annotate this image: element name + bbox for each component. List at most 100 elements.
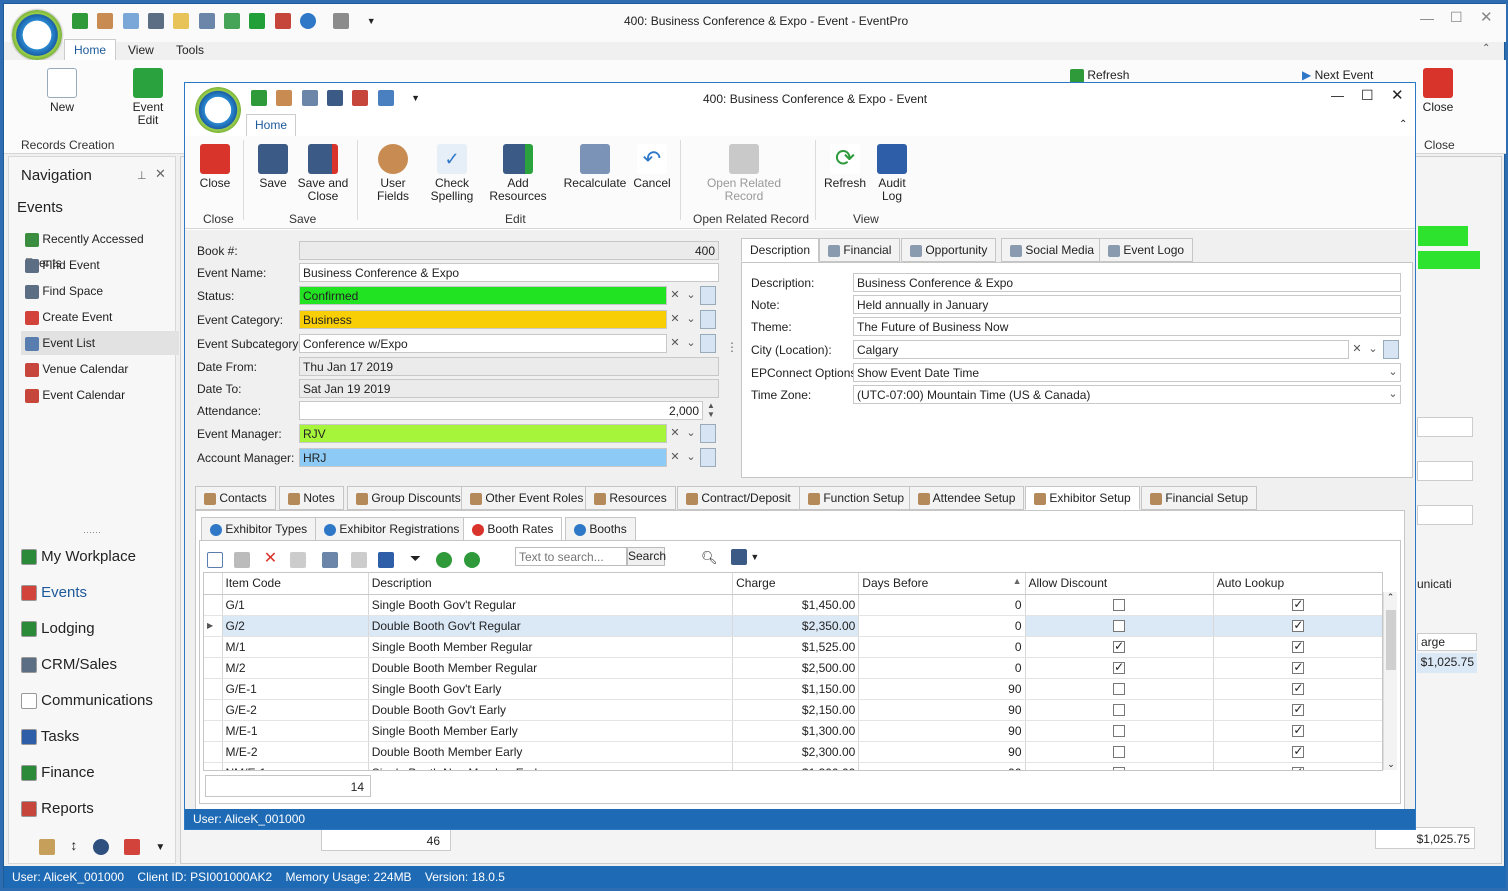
description-field[interactable]: Business Conference & Expo <box>853 273 1401 292</box>
document-icon[interactable] <box>173 13 190 29</box>
date-to-field[interactable]: Sat Jan 19 2019 <box>299 379 719 398</box>
lookup-icon[interactable] <box>700 448 716 467</box>
tab-social-media[interactable]: Social Media <box>1001 238 1104 262</box>
chart-icon[interactable] <box>124 838 141 855</box>
cell[interactable]: 0 <box>858 636 1026 658</box>
scroll-down-icon[interactable]: ⌄ <box>1384 759 1398 770</box>
globe-icon[interactable] <box>92 838 109 855</box>
event-name-field[interactable]: Business Conference & Expo <box>299 263 719 282</box>
splitter-handle[interactable]: ⋯⋯ <box>9 527 175 537</box>
table-row[interactable]: M/E-2 Double Booth Member Early $2,300.00 9… <box>204 741 1382 763</box>
app-logo[interactable] <box>12 10 62 60</box>
tab-resources[interactable]: Resources <box>585 486 676 510</box>
nav-item-recently-accessed-events[interactable]: Recently Accessed Events <box>21 227 179 270</box>
scroll-thumb[interactable] <box>1386 610 1396 670</box>
search-button[interactable]: Search <box>627 547 666 566</box>
nav-item-create-event[interactable]: Create Event <box>21 305 179 329</box>
cell[interactable]: 90 <box>858 720 1026 742</box>
lookup-icon[interactable] <box>700 334 716 353</box>
calendar-icon[interactable] <box>274 13 291 29</box>
checkbox-cell[interactable] <box>1025 762 1214 770</box>
attendance-spinner-icon[interactable]: ▲ ▼ <box>703 401 719 420</box>
nav-item-event-calendar[interactable]: Event Calendar <box>21 383 179 407</box>
module-finance[interactable]: Finance <box>21 759 179 787</box>
find-icon[interactable]: 🔍︎ <box>701 550 718 566</box>
cell[interactable]: G/1 <box>222 594 369 616</box>
dropdown-icon[interactable]: ⌄ <box>1385 363 1401 382</box>
customize-arrow-icon[interactable]: ▼ <box>411 93 420 103</box>
checkbox-cell[interactable] <box>1025 720 1214 742</box>
user-icon[interactable] <box>97 13 114 29</box>
cell[interactable]: G/E-1 <box>222 678 369 700</box>
tab-notes[interactable]: Notes <box>279 486 344 510</box>
dialog-tab-home[interactable]: Home <box>246 114 296 136</box>
recalculate-button[interactable]: Recalculate <box>563 144 627 190</box>
tab-contract-deposit[interactable]: Contract/Deposit <box>677 486 800 510</box>
tab-opportunity[interactable]: Opportunity <box>901 238 997 262</box>
undo-icon[interactable] <box>377 90 394 106</box>
cancel-button[interactable]: ↶ Cancel <box>629 144 675 190</box>
tab-exhibitor-types[interactable]: Exhibitor Types <box>201 517 317 541</box>
customize-arrow-icon[interactable]: ▼ <box>367 16 376 26</box>
lookup-icon[interactable] <box>700 424 716 443</box>
table-row[interactable]: G/E-1 Single Booth Gov't Early $1,150.00 90 <box>204 678 1382 700</box>
checkbox[interactable] <box>1113 746 1126 759</box>
save-button[interactable]: Save <box>253 144 293 190</box>
tab-financial[interactable]: Financial <box>819 238 901 262</box>
checkbox-cell[interactable] <box>1213 636 1382 658</box>
checkbox[interactable] <box>1113 660 1126 675</box>
clear-icon[interactable]: ✕ <box>667 286 683 305</box>
clear-icon[interactable]: ✕ <box>667 310 683 329</box>
checkbox-cell[interactable] <box>1213 657 1382 679</box>
audit-log-button[interactable]: Audit Log <box>873 144 911 203</box>
save-and-close-button[interactable]: Save and Close <box>297 144 349 203</box>
table-row[interactable]: M/E-1 Single Booth Member Early $1,300.00 9… <box>204 720 1382 742</box>
checkbox[interactable] <box>1113 683 1126 696</box>
cell[interactable]: M/2 <box>222 657 369 679</box>
main-close-button[interactable]: Close <box>1418 68 1458 114</box>
note-field[interactable]: Held annually in January <box>853 295 1401 314</box>
checkbox-cell[interactable] <box>1213 594 1382 616</box>
checkbox-cell[interactable] <box>1213 741 1382 763</box>
clear-icon[interactable]: ✕ <box>667 334 683 353</box>
cell[interactable]: Single Booth Member Regular <box>368 636 734 658</box>
cell[interactable]: $1,150.00 <box>732 678 860 700</box>
table-row[interactable]: M/2 Double Booth Member Regular $2,500.00 0 <box>204 657 1382 679</box>
sort-icon[interactable]: ↕ <box>70 837 77 853</box>
event-manager-field[interactable]: RJV <box>299 424 667 443</box>
columns-icon[interactable] <box>321 551 338 568</box>
checkbox[interactable] <box>1292 597 1305 612</box>
module-communications[interactable]: Communications <box>21 687 179 715</box>
layout-save-button[interactable]: ▼ <box>731 549 759 565</box>
close-button[interactable]: Close <box>195 144 235 190</box>
cell[interactable]: $2,500.00 <box>732 657 860 679</box>
refresh-icon[interactable] <box>251 90 267 106</box>
print-icon[interactable] <box>290 551 307 568</box>
new-button[interactable]: New <box>42 68 82 114</box>
cell[interactable]: M/E-2 <box>222 741 369 763</box>
search-input[interactable] <box>515 547 627 566</box>
binoculars-icon[interactable] <box>148 13 165 29</box>
tab-other-event-roles[interactable]: Other Event Roles <box>461 486 593 510</box>
move-down-icon[interactable] <box>463 551 480 568</box>
checkbox[interactable] <box>1113 767 1126 770</box>
checkbox[interactable] <box>1292 744 1305 759</box>
cell[interactable]: Single Booth Member Early <box>368 720 734 742</box>
cell[interactable]: NM/E-1 <box>222 762 369 770</box>
cell[interactable]: 0 <box>858 615 1026 637</box>
checkbox[interactable] <box>1292 660 1305 675</box>
cell[interactable]: $2,300.00 <box>732 741 860 763</box>
nav-item-find-event[interactable]: Find Event <box>21 253 179 277</box>
table-row[interactable]: G/1 Single Booth Gov't Regular $1,450.00 0 <box>204 594 1382 616</box>
checkbox-cell[interactable] <box>1025 636 1214 658</box>
next-event-button[interactable]: ▶ Next Event <box>1302 68 1373 82</box>
grid-scrollbar[interactable]: ⌃ ⌄ <box>1383 592 1397 770</box>
tab-event-logo[interactable]: Event Logo <box>1099 238 1194 262</box>
check-spelling-button[interactable]: ✓ Check Spelling <box>427 144 477 203</box>
dropdown-icon[interactable]: ⌄ <box>1385 385 1401 404</box>
tab-view[interactable]: View <box>128 43 154 57</box>
expand-icon[interactable]: ▼ <box>155 842 165 853</box>
collapse-ribbon-icon[interactable]: ⌃ <box>1482 43 1490 54</box>
cell[interactable]: 90 <box>858 762 1026 770</box>
delete-icon[interactable]: ✕ <box>264 550 277 567</box>
